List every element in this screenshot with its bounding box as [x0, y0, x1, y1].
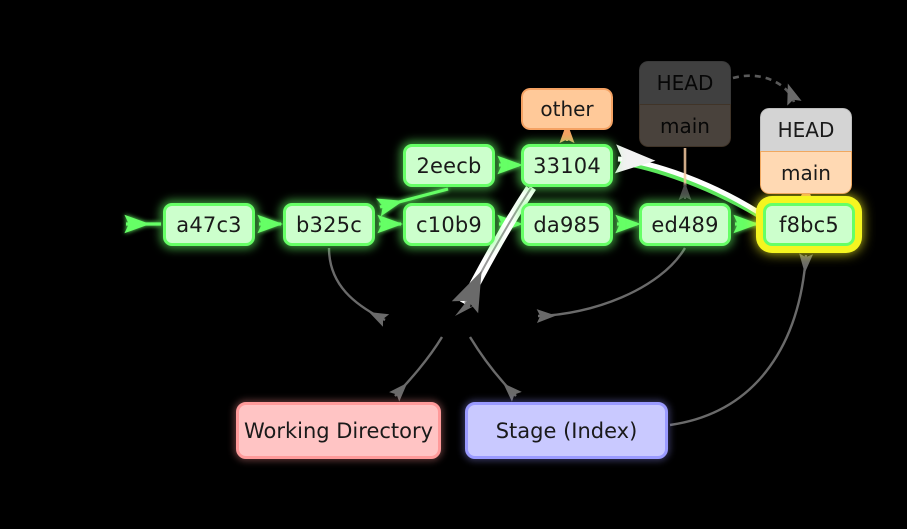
commit-label: c10b9 [416, 212, 482, 237]
edge-ed489-to-hub [536, 247, 687, 323]
commit-node-a47c3[interactable]: a47c3 [163, 203, 255, 246]
ref-branch-row: other [521, 88, 613, 130]
git-diagram-canvas: a47c3 b325c c10b9 da985 ed489 f8bc5 2eec… [0, 0, 907, 529]
workflow-edges [327, 247, 814, 427]
commit-label: da985 [533, 212, 601, 237]
ref-head-row: HEAD [760, 108, 852, 151]
ref-branch-row: main [760, 151, 852, 194]
commit-node-2eecb[interactable]: 2eecb [403, 144, 495, 187]
ref-head-label: HEAD [777, 118, 835, 142]
ref-badge-other[interactable]: other [521, 88, 613, 130]
ref-badge-head-main-ghost: HEAD main [639, 61, 731, 147]
edge-b325c-to-hub [327, 247, 390, 327]
ref-branch-label: other [540, 97, 594, 121]
stage-index-box[interactable]: Stage (Index) [465, 402, 668, 459]
edge-hub-to-working-directory [389, 336, 444, 402]
commit-label: b325c [296, 212, 362, 237]
edge-layer [124, 74, 814, 427]
commit-label: f8bc5 [779, 212, 839, 237]
ref-head-label: HEAD [656, 71, 714, 95]
commit-node-f8bc5[interactable]: f8bc5 [763, 203, 855, 246]
edge-hub-to-stage [468, 336, 522, 402]
working-directory-box[interactable]: Working Directory [236, 402, 441, 459]
commit-label: 33104 [533, 153, 601, 178]
commit-node-c10b9[interactable]: c10b9 [403, 203, 495, 246]
stage-index-label: Stage (Index) [495, 418, 638, 443]
commit-node-b325c[interactable]: b325c [283, 203, 375, 246]
ref-head-row: HEAD [639, 61, 731, 104]
ref-badge-head-main-current[interactable]: HEAD main [760, 108, 852, 194]
edge-head-ghost-to-head-current [732, 74, 802, 106]
commit-node-33104[interactable]: 33104 [521, 144, 613, 187]
commit-node-ed489[interactable]: ed489 [639, 203, 731, 246]
ref-branch-label: main [660, 113, 710, 138]
edge-stage-to-f8bc5 [669, 253, 814, 427]
ref-branch-row: main [639, 104, 731, 147]
commit-label: 2eecb [416, 153, 482, 178]
ref-branch-label: main [781, 160, 831, 185]
working-directory-label: Working Directory [243, 418, 434, 443]
commit-label: a47c3 [176, 212, 242, 237]
commit-label: ed489 [651, 212, 719, 237]
commit-node-da985[interactable]: da985 [521, 203, 613, 246]
